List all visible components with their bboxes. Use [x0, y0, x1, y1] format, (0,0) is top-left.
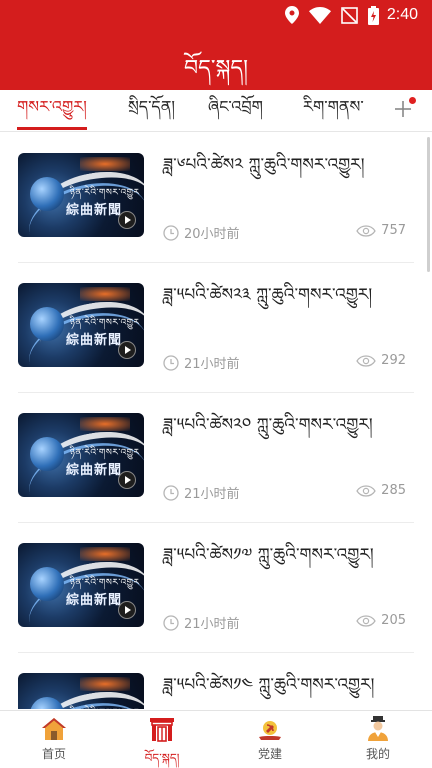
- nav-home[interactable]: 首页: [0, 711, 108, 768]
- video-thumbnail[interactable]: ཉིན་རེའི་གསར་འགྱུར 綜曲新聞: [18, 283, 144, 367]
- app-bar: 2:40 བོད་སྐད།: [0, 0, 432, 90]
- clock-icon: [163, 224, 179, 241]
- article-views: 292: [356, 353, 406, 368]
- eye-icon: [356, 484, 376, 497]
- views-count: 205: [381, 613, 406, 628]
- article-time: 21小时前: [163, 353, 240, 372]
- article-views: 285: [356, 483, 406, 498]
- globe-graphic: [30, 307, 64, 341]
- article-title[interactable]: ཟླ་༥པའི་ཚེས༢༠ ཀླུ་ཆུའི་གསར་འགྱུར།: [163, 411, 414, 439]
- play-icon: [118, 601, 136, 619]
- video-thumbnail[interactable]: ཉིན་རེའི་གསར་འགྱུར 綜曲新聞: [18, 673, 144, 709]
- tab-agriculture[interactable]: ཞིང་འབྲོག: [208, 90, 263, 132]
- video-thumbnail[interactable]: ཉིན་རེའི་གསར་འགྱུར 綜曲新聞: [18, 543, 144, 627]
- time-text: 20小时前: [184, 227, 240, 242]
- status-bar: 2:40: [0, 0, 432, 30]
- nav-tibetan[interactable]: བོད་སྐད།: [108, 711, 216, 768]
- article-time: 21小时前: [163, 613, 240, 632]
- party-emblem-icon: [256, 716, 284, 742]
- article-title[interactable]: ཟླ་༥པའི་ཚེས༢༣ ཀླུ་ཆུའི་གསར་འགྱུར།: [163, 281, 414, 309]
- home-icon: [40, 716, 68, 742]
- article-item[interactable]: ཉིན་རེའི་གསར་འགྱུར 綜曲新聞 ཟླ་༥པའི་ཚེས༡༤ ཀླ…: [18, 653, 414, 709]
- views-count: 757: [381, 223, 406, 238]
- clock-icon: [163, 484, 179, 501]
- location-icon: [284, 6, 299, 24]
- gate-icon: [148, 716, 176, 742]
- thumbnail-caption-top: ཉིན་རེའི་གསར་འགྱུར: [70, 703, 140, 709]
- article-item[interactable]: ཉིན་རེའི་གསར་འགྱུར 綜曲新聞 ཟླ་༦པའི་ཚེས༢ ཀླུ…: [18, 133, 414, 263]
- article-time: 20小时前: [163, 223, 240, 242]
- thumbnail-caption: 綜曲新聞: [66, 333, 123, 348]
- globe-graphic: [30, 697, 64, 709]
- no-signal-icon: [341, 6, 358, 24]
- status-time: 2:40: [386, 6, 418, 23]
- add-tab-button[interactable]: [388, 96, 418, 126]
- views-count: 285: [381, 483, 406, 498]
- battery-charging-icon: [367, 5, 379, 25]
- eye-icon: [356, 614, 376, 627]
- article-item[interactable]: ཉིན་རེའི་གསར་འགྱུར 綜曲新聞 ཟླ་༥པའི་ཚེས༡༧ ཀླ…: [18, 523, 414, 653]
- profile-icon: [364, 716, 392, 742]
- globe-graphic: [30, 567, 64, 601]
- tab-news[interactable]: གསར་འགྱུར།: [17, 90, 87, 132]
- article-time: 21小时前: [163, 483, 240, 502]
- article-item[interactable]: ཉིན་རེའི་གསར་འགྱུར 綜曲新聞 ཟླ་༥པའི་ཚེས༢༠ ཀླ…: [18, 393, 414, 523]
- play-icon: [118, 211, 136, 229]
- time-text: 21小时前: [184, 487, 240, 502]
- wifi-icon: [308, 6, 331, 24]
- article-title[interactable]: ཟླ་༦པའི་ཚེས༢ ཀླུ་ཆུའི་གསར་འགྱུར།: [163, 151, 414, 179]
- nav-profile-label: 我的: [365, 747, 390, 761]
- notification-dot: [409, 97, 416, 104]
- time-text: 21小时前: [184, 357, 240, 372]
- nav-home-label: 首页: [41, 747, 66, 761]
- article-views: 757: [356, 223, 406, 238]
- scrollbar[interactable]: [427, 137, 430, 272]
- article-views: 205: [356, 613, 406, 628]
- clock-icon: [163, 354, 179, 371]
- views-count: 292: [381, 353, 406, 368]
- time-text: 21小时前: [184, 617, 240, 632]
- thumbnail-caption: 綜曲新聞: [66, 463, 123, 478]
- thumbnail-caption: 綜曲新聞: [66, 593, 123, 608]
- thumbnail-caption: 綜曲新聞: [66, 203, 123, 218]
- play-icon: [118, 471, 136, 489]
- globe-graphic: [30, 437, 64, 471]
- article-title[interactable]: ཟླ་༥པའི་ཚེས༡༧ ཀླུ་ཆུའི་གསར་འགྱུར།: [163, 541, 414, 569]
- eye-icon: [356, 224, 376, 237]
- video-thumbnail[interactable]: ཉིན་རེའི་གསར་འགྱུར 綜曲新聞: [18, 413, 144, 497]
- nav-profile[interactable]: 我的: [324, 711, 432, 768]
- nav-tibetan-label: བོད་སྐད།: [144, 751, 180, 765]
- bottom-nav: 首页 བོད་སྐད། 党建 我的: [0, 710, 432, 768]
- category-tabs: གསར་འགྱུར། སྲིད་དོན། ཞིང་འབྲོག རིག་གནས་: [0, 90, 432, 132]
- video-thumbnail[interactable]: ཉིན་རེའི་གསར་འགྱུར 綜曲新聞: [18, 153, 144, 237]
- article-title[interactable]: ཟླ་༥པའི་ཚེས༡༤ ཀླུ་ཆུའི་གསར་འགྱུར།: [163, 671, 414, 699]
- globe-graphic: [30, 177, 64, 211]
- tab-politics[interactable]: སྲིད་དོན།: [128, 90, 175, 132]
- article-item[interactable]: ཉིན་རེའི་གསར་འགྱུར 綜曲新聞 ཟླ་༥པའི་ཚེས༢༣ ཀླ…: [18, 263, 414, 393]
- article-list[interactable]: ཉིན་རེའི་གསར་འགྱུར 綜曲新聞 ཟླ་༦པའི་ཚེས༢ ཀླུ…: [0, 133, 432, 709]
- eye-icon: [356, 354, 376, 367]
- tab-culture[interactable]: རིག་གནས་: [303, 90, 364, 132]
- nav-party[interactable]: 党建: [216, 711, 324, 768]
- clock-icon: [163, 614, 179, 631]
- play-icon: [118, 341, 136, 359]
- nav-party-label: 党建: [257, 747, 282, 761]
